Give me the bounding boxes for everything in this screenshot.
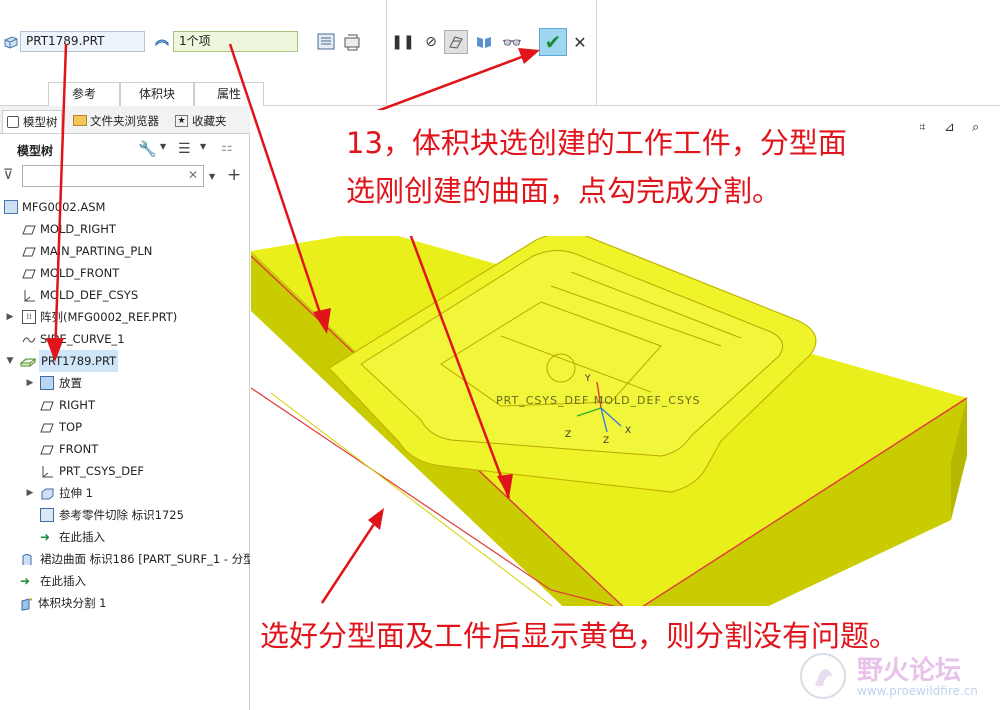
step-13-callout: 13，体积块选创建的工作工件，分型面 选刚创建的曲面，点勾完成分割。 — [340, 110, 920, 236]
view-toolbar: ⌗ ⊿ ⌕ — [918, 120, 998, 138]
watermark-site-name: 野火论坛 — [857, 656, 962, 686]
callout-line-2: 选刚创建的曲面，点勾完成分割。 — [346, 174, 782, 208]
view-tool-icon[interactable]: ⊿ — [944, 120, 955, 135]
watermark-url: www.proewildfire.cn — [857, 684, 978, 698]
callout-line-1: 13，体积块选创建的工作工件，分型面 — [346, 126, 847, 160]
watermark: 野火论坛 www.proewildfire.cn — [795, 648, 995, 706]
view-tool-icon[interactable]: ⌕ — [972, 120, 979, 135]
watermark-logo-icon — [800, 653, 846, 699]
annotation-arrows-overlay — [46, 43, 540, 604]
